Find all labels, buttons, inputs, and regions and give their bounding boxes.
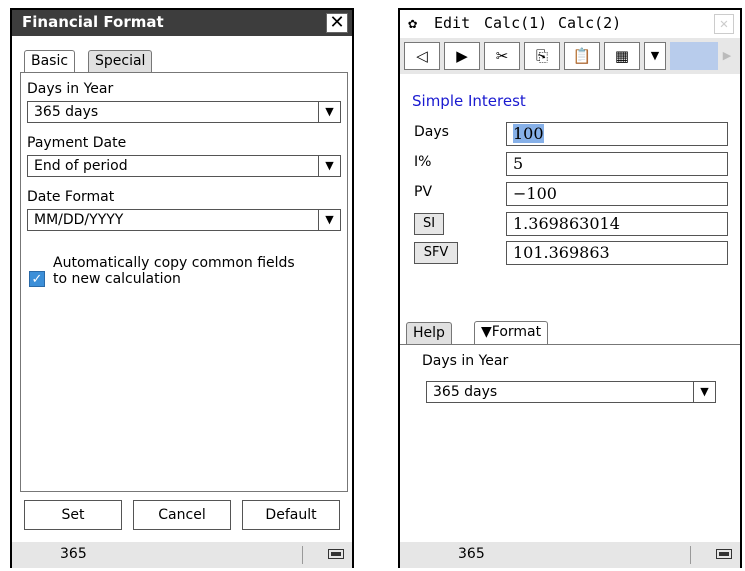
days-in-year-label: Days in Year bbox=[27, 81, 114, 97]
sfv-field[interactable]: 101.369863 bbox=[506, 241, 728, 265]
toolbar: ◁ ▶ ✂ ⎘ 📋 ▦ ▼ ▶ bbox=[400, 38, 740, 74]
pv-label: PV bbox=[414, 184, 433, 200]
auto-copy-label-line1: Automatically copy common fields bbox=[53, 255, 295, 271]
scroll-right-icon[interactable]: ▶ bbox=[720, 46, 734, 66]
toolbar-spacer bbox=[670, 42, 718, 70]
back-icon[interactable]: ◁ bbox=[404, 42, 440, 70]
sfv-button[interactable]: SFV bbox=[414, 242, 458, 264]
menu-calc1[interactable]: Calc(1) bbox=[484, 14, 547, 32]
financial-app: ✿ Edit Calc(1) Calc(2) ✕ ◁ ▶ ✂ ⎘ 📋 ▦ ▼ ▶… bbox=[400, 10, 740, 568]
menu-edit[interactable]: Edit bbox=[434, 14, 470, 32]
interest-rate-field[interactable]: 5 bbox=[506, 152, 728, 176]
close-icon[interactable]: ✕ bbox=[326, 13, 348, 33]
pv-field[interactable]: −100 bbox=[506, 182, 728, 206]
cancel-button[interactable]: Cancel bbox=[133, 500, 231, 530]
si-button[interactable]: SI bbox=[414, 213, 444, 235]
financial-format-dialog: Financial Format ✕ Basic Special Days in… bbox=[12, 10, 352, 568]
tab-basic[interactable]: Basic bbox=[24, 50, 76, 73]
set-button[interactable]: Set bbox=[24, 500, 122, 530]
default-button[interactable]: Default bbox=[242, 500, 340, 530]
days-field[interactable]: 100 bbox=[506, 122, 728, 146]
days-in-year-select[interactable]: 365 days ▼ bbox=[27, 101, 341, 123]
play-icon[interactable]: ▶ bbox=[444, 42, 480, 70]
auto-copy-label: Automatically copy common fields to new … bbox=[53, 255, 295, 287]
close-icon[interactable]: ✕ bbox=[714, 14, 734, 34]
toolbar-more-icon[interactable]: ▼ bbox=[644, 42, 666, 70]
cut-icon[interactable]: ✂ bbox=[484, 42, 520, 70]
days-label: Days bbox=[414, 124, 449, 140]
status-divider bbox=[690, 546, 691, 564]
format-days-select[interactable]: 365 days ▼ bbox=[426, 381, 716, 403]
days-in-year-value: 365 days bbox=[34, 104, 99, 120]
dropdown-arrow-icon[interactable]: ▼ bbox=[318, 210, 340, 230]
battery-icon bbox=[328, 549, 344, 559]
status-value: 365 bbox=[458, 546, 485, 562]
battery-icon bbox=[716, 549, 732, 559]
status-bar: 365 bbox=[400, 542, 740, 568]
date-format-value: MM/DD/YYYY bbox=[34, 212, 124, 228]
si-field[interactable]: 1.369863014 bbox=[506, 212, 728, 236]
date-format-label: Date Format bbox=[27, 189, 115, 205]
status-bar: 365 bbox=[12, 542, 352, 568]
right-screen: ✿ Edit Calc(1) Calc(2) ✕ ◁ ▶ ✂ ⎘ 📋 ▦ ▼ ▶… bbox=[398, 8, 742, 568]
payment-date-value: End of period bbox=[34, 158, 128, 174]
dropdown-arrow-icon[interactable]: ▼ bbox=[693, 382, 715, 402]
format-days-label: Days in Year bbox=[422, 353, 509, 369]
table-icon[interactable]: ▦ bbox=[604, 42, 640, 70]
payment-date-label: Payment Date bbox=[27, 135, 127, 151]
menu-bar: ✿ Edit Calc(1) Calc(2) ✕ bbox=[400, 10, 740, 38]
auto-copy-label-line2: to new calculation bbox=[53, 271, 181, 287]
menu-calc2[interactable]: Calc(2) bbox=[558, 14, 621, 32]
dialog-title: Financial Format bbox=[22, 13, 164, 31]
tab-format[interactable]: ▼Format bbox=[474, 321, 549, 345]
format-panel: Days in Year 365 days ▼ bbox=[400, 344, 740, 540]
dialog-title-bar: Financial Format ✕ bbox=[12, 10, 352, 36]
dropdown-arrow-icon[interactable]: ▼ bbox=[318, 156, 340, 176]
status-value: 365 bbox=[60, 546, 87, 562]
days-value: 100 bbox=[513, 124, 544, 143]
si-value: 1.369863014 bbox=[513, 214, 620, 233]
interest-rate-label: I% bbox=[414, 154, 432, 170]
format-days-value: 365 days bbox=[433, 384, 498, 400]
date-format-select[interactable]: MM/DD/YYYY ▼ bbox=[27, 209, 341, 231]
left-screen: Financial Format ✕ Basic Special Days in… bbox=[10, 8, 354, 568]
auto-copy-checkbox[interactable]: ✓ bbox=[29, 271, 45, 287]
copy-icon[interactable]: ⎘ bbox=[524, 42, 560, 70]
dropdown-arrow-icon[interactable]: ▼ bbox=[318, 102, 340, 122]
sfv-value: 101.369863 bbox=[513, 243, 610, 262]
tab-special[interactable]: Special bbox=[88, 50, 153, 72]
interest-rate-value: 5 bbox=[513, 154, 524, 173]
paste-icon[interactable]: 📋 bbox=[564, 42, 600, 70]
gear-icon[interactable]: ✿ bbox=[408, 14, 417, 32]
status-divider bbox=[302, 546, 303, 564]
page-title: Simple Interest bbox=[412, 92, 526, 110]
payment-date-select[interactable]: End of period ▼ bbox=[27, 155, 341, 177]
pv-value: −100 bbox=[513, 184, 557, 203]
basic-panel: Days in Year 365 days ▼ Payment Date End… bbox=[20, 72, 348, 492]
tab-help[interactable]: Help bbox=[406, 322, 452, 344]
